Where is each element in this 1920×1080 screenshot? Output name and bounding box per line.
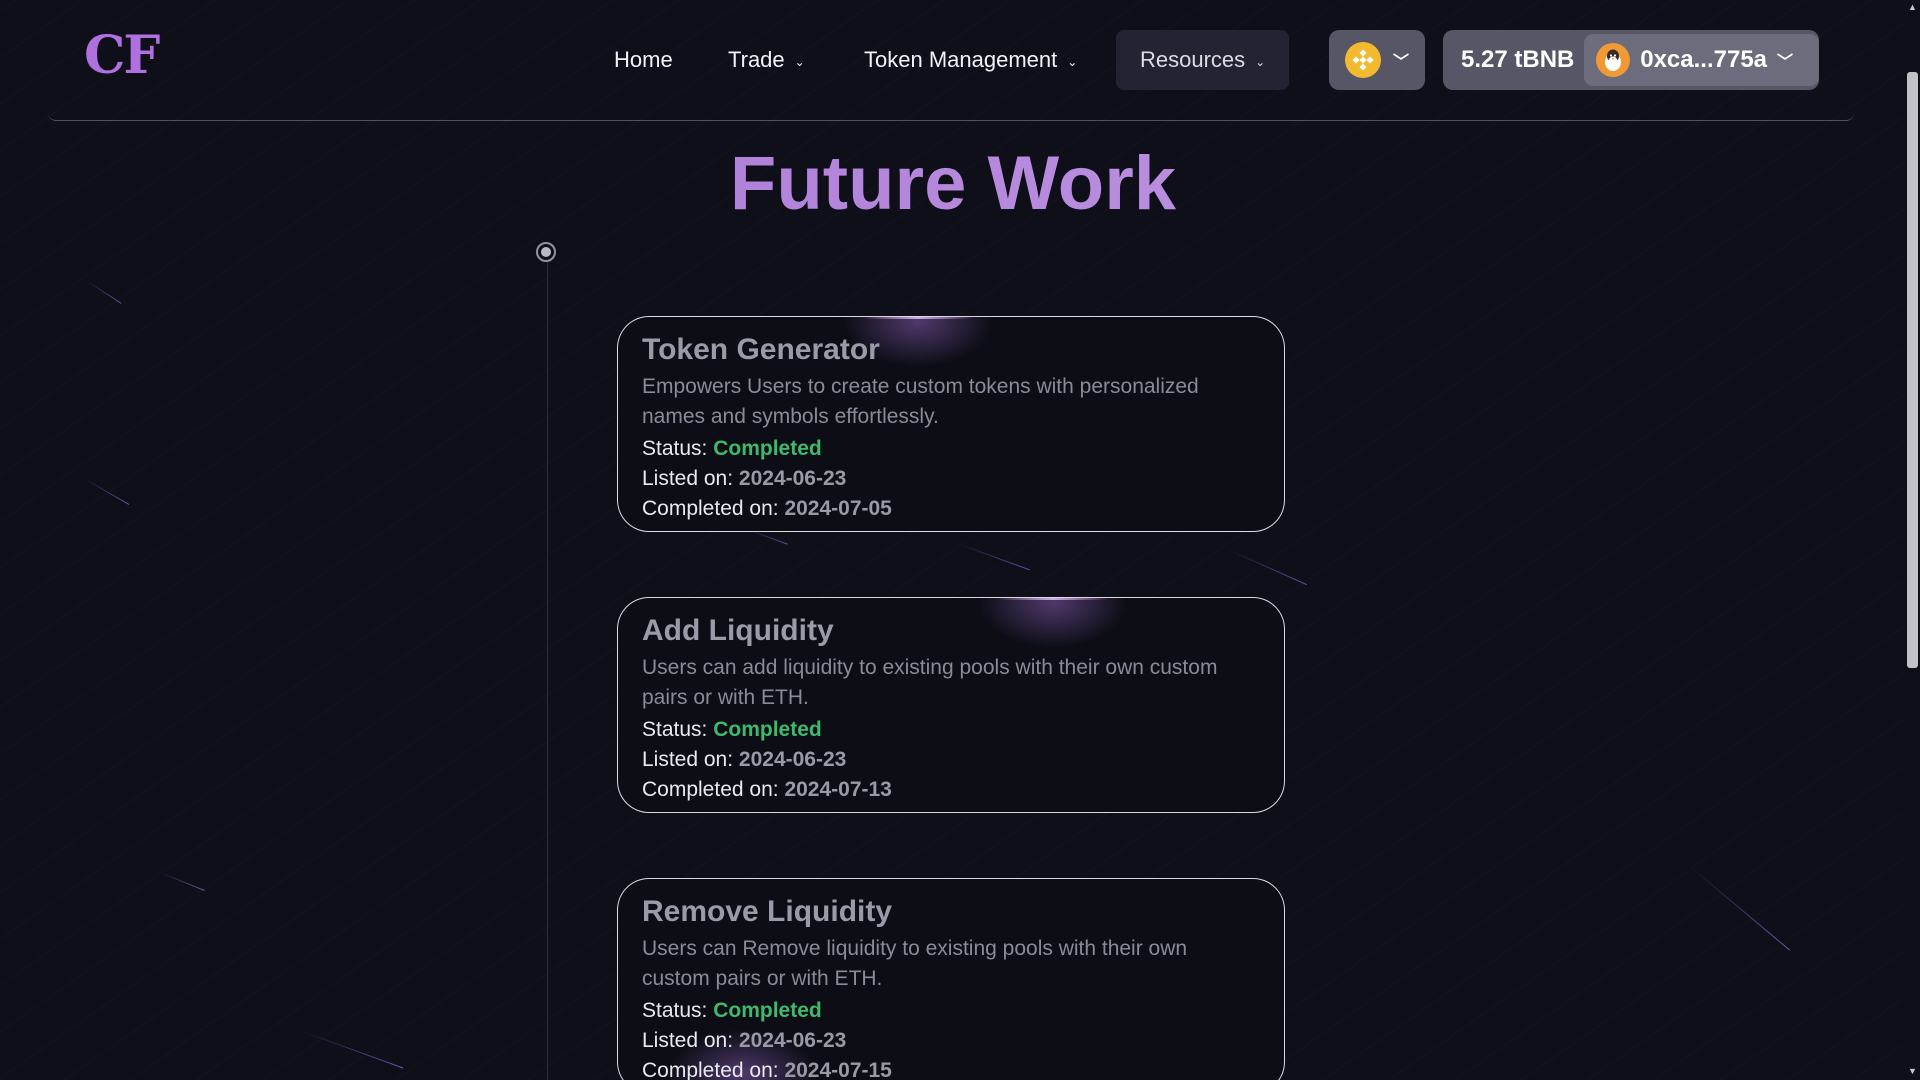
chevron-down-icon: ⌄ [1067, 55, 1078, 69]
timeline-dot-icon [536, 242, 556, 262]
chevron-down-icon: ﹀ [1777, 54, 1794, 71]
roadmap-card: Add Liquidity Users can add liquidity to… [617, 597, 1285, 813]
completed-date: 2024-07-15 [784, 1058, 892, 1080]
wallet-balance: 5.27 tBNB [1461, 46, 1575, 73]
wallet-address: 0xca...775a [1640, 46, 1768, 73]
status-label: Status: [642, 436, 708, 460]
completed-date: 2024-07-13 [784, 777, 892, 801]
card-status-row: Status: Completed [642, 715, 1260, 745]
listed-date: 2024-06-23 [738, 747, 847, 771]
card-description: Users can add liquidity to existing pool… [642, 655, 1218, 709]
page: CF Home Trade ⌄ Token Management ⌄ Resou… [0, 0, 1920, 1080]
card-completed-row: Completed on: 2024-07-15 [642, 1056, 1260, 1080]
card-listed-row: Listed on: 2024-06-23 [642, 1026, 1260, 1056]
status-label: Status: [642, 998, 708, 1022]
roadmap-card: Remove Liquidity Users can Remove liquid… [617, 878, 1285, 1080]
status-badge: Completed [713, 717, 822, 741]
card-title: Remove Liquidity [642, 895, 893, 928]
card-title: Add Liquidity [642, 614, 834, 647]
card-listed-row: Listed on: 2024-06-23 [642, 464, 1260, 494]
bg-streak [1229, 550, 1307, 586]
roadmap-card: Token Generator Empowers Users to create… [617, 316, 1285, 532]
completed-label: Completed on: [642, 496, 779, 520]
card-glow-line [998, 598, 1108, 600]
chain-selector-button[interactable]: ﹀ [1329, 30, 1425, 90]
card-glow-line [863, 317, 973, 319]
listed-label: Listed on: [642, 1028, 734, 1052]
bg-streak [749, 530, 788, 545]
card-description: Users can Remove liquidity to existing p… [642, 936, 1188, 990]
status-label: Status: [642, 717, 708, 741]
card-status-row: Status: Completed [642, 996, 1260, 1026]
bnb-icon [1344, 42, 1381, 78]
nav-resources[interactable]: Resources ⌄ [1116, 30, 1290, 90]
status-badge: Completed [713, 998, 822, 1022]
card-title: Token Generator [642, 333, 880, 366]
scroll-up-arrow-icon[interactable]: ▲ [1905, 2, 1920, 12]
completed-date: 2024-07-05 [784, 496, 892, 520]
listed-label: Listed on: [642, 466, 734, 490]
card-listed-row: Listed on: 2024-06-23 [642, 745, 1260, 775]
nav-trade-label: Trade [728, 47, 785, 72]
nav-token-management-label: Token Management [864, 47, 1058, 72]
bg-streak [159, 872, 205, 891]
wallet-widget: 5.27 tBNB 0xca...775a ﹀ [1443, 30, 1819, 90]
card-completed-row: Completed on: 2024-07-05 [642, 494, 1260, 524]
card-completed-row: Completed on: 2024-07-13 [642, 775, 1260, 805]
bg-streak [959, 544, 1030, 571]
chevron-down-icon: ﹀ [1392, 54, 1409, 71]
nav-token-management[interactable]: Token Management ⌄ [864, 30, 1077, 90]
account-button[interactable]: 0xca...775a ﹀ [1584, 34, 1819, 86]
scroll-down-arrow-icon[interactable]: ▼ [1905, 1066, 1920, 1076]
card-status-row: Status: Completed [642, 434, 1260, 464]
completed-label: Completed on: [642, 777, 779, 801]
card-description: Empowers Users to create custom tokens w… [642, 374, 1199, 428]
completed-label: Completed on: [642, 1058, 779, 1080]
bg-streak [85, 280, 122, 304]
status-badge: Completed [713, 436, 822, 460]
listed-label: Listed on: [642, 747, 734, 771]
nav-trade[interactable]: Trade ⌄ [728, 30, 805, 90]
bg-streak [1689, 866, 1790, 951]
chevron-down-icon: ⌄ [1255, 55, 1266, 69]
bg-streak [299, 1030, 404, 1069]
listed-date: 2024-06-23 [738, 466, 847, 490]
penguin-avatar-icon [1596, 43, 1631, 77]
nav-resources-label: Resources [1140, 47, 1246, 72]
listed-date: 2024-06-23 [738, 1028, 847, 1052]
scrollbar-thumb[interactable] [1907, 72, 1918, 668]
chevron-down-icon: ⌄ [794, 55, 805, 69]
nav-home[interactable]: Home [614, 30, 673, 90]
timeline-line [547, 262, 548, 1080]
page-title: Future Work [0, 146, 1906, 222]
logo[interactable]: CF [84, 30, 160, 82]
bg-streak [83, 478, 130, 505]
nav-home-label: Home [614, 47, 673, 72]
